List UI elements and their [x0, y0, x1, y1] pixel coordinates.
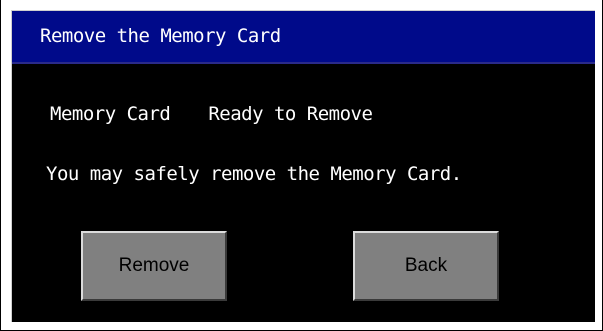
dialog-title: Remove the Memory Card	[40, 25, 281, 47]
safe-remove-message: You may safely remove the Memory Card.	[46, 163, 462, 185]
status-line: Memory Card Ready to Remove	[50, 103, 373, 125]
title-bar: Remove the Memory Card	[12, 11, 595, 64]
memory-card-dialog: Remove the Memory Card Memory Card Ready …	[11, 10, 595, 322]
window-frame: Remove the Memory Card Memory Card Ready …	[0, 0, 603, 331]
status-label: Memory Card	[50, 103, 171, 125]
back-button[interactable]: Back	[353, 231, 499, 301]
remove-button[interactable]: Remove	[81, 231, 227, 301]
status-value: Ready to Remove	[208, 103, 373, 125]
